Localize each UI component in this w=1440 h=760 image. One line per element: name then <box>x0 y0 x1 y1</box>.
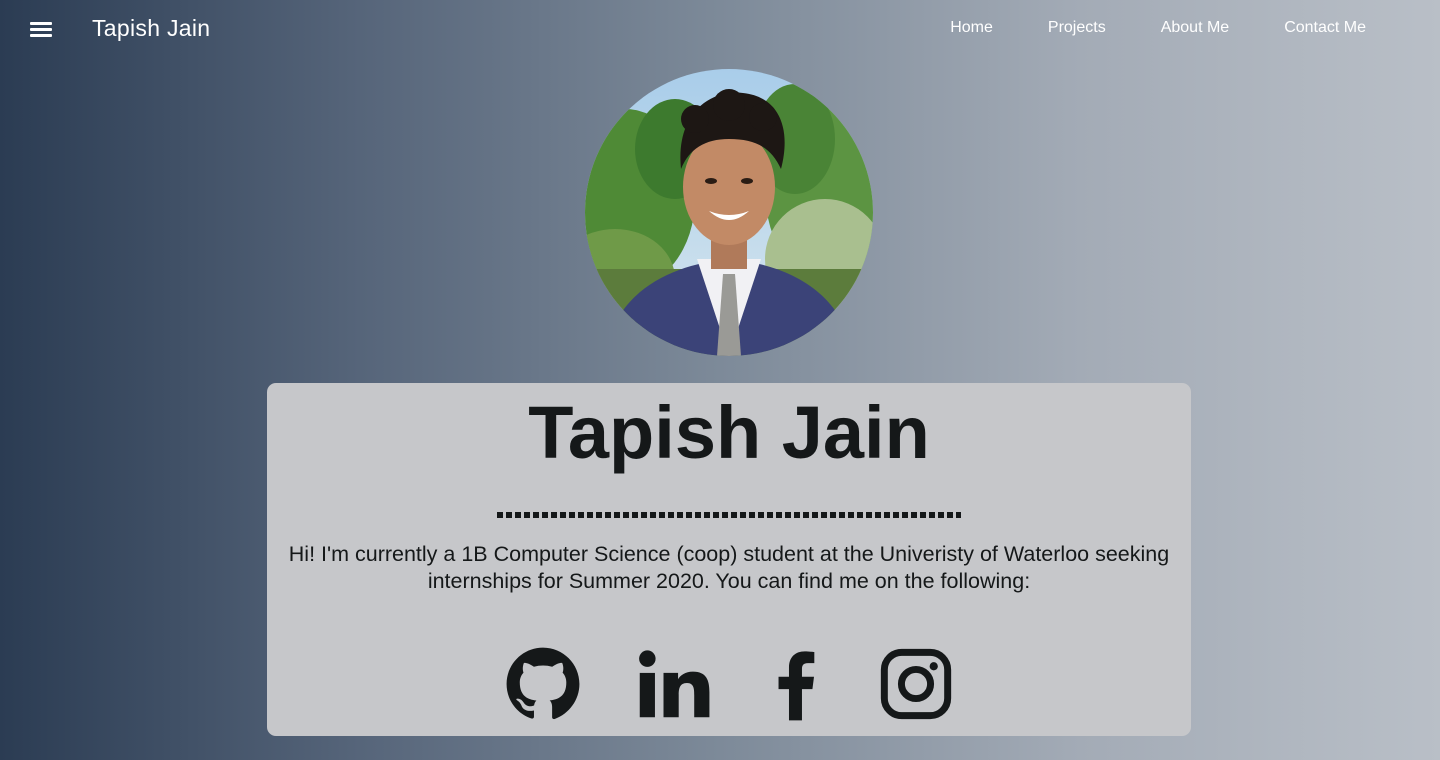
nav-link-contact-me[interactable]: Contact Me <box>1284 19 1366 37</box>
instagram-icon[interactable] <box>878 645 954 723</box>
github-icon[interactable] <box>505 645 581 723</box>
profile-name-heading: Tapish Jain <box>528 391 930 474</box>
social-links <box>267 645 1191 725</box>
profile-bio: Hi! I'm currently a 1B Computer Science … <box>288 542 1170 593</box>
hamburger-menu-icon[interactable] <box>30 20 52 38</box>
profile-photo-illustration <box>585 69 873 356</box>
nav-links: Home Projects About Me Contact Me <box>950 19 1366 37</box>
nav-link-projects[interactable]: Projects <box>1048 19 1106 37</box>
facebook-icon[interactable] <box>757 645 833 723</box>
profile-card: Tapish Jain Hi! I'm currently a 1B Compu… <box>267 383 1191 736</box>
dotted-divider <box>497 512 961 518</box>
nav-link-home[interactable]: Home <box>950 19 993 37</box>
top-navbar: Tapish Jain Home Projects About Me Conta… <box>0 0 1440 60</box>
linkedin-icon[interactable] <box>635 645 711 723</box>
nav-link-about-me[interactable]: About Me <box>1161 19 1229 37</box>
brand-title[interactable]: Tapish Jain <box>92 15 210 42</box>
profile-photo <box>585 69 873 356</box>
